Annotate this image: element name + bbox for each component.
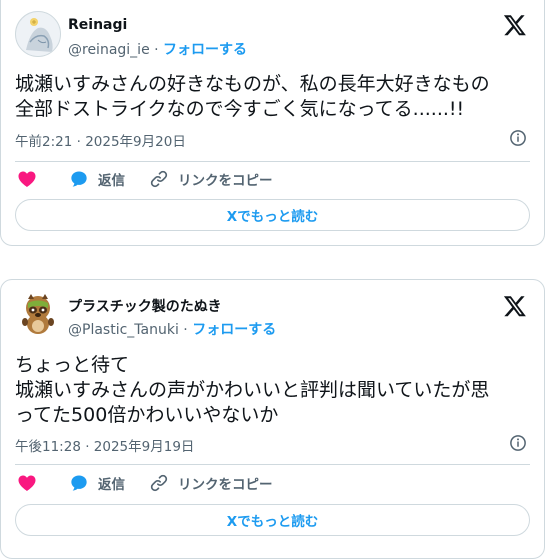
copy-link-label: リンクをコピー (178, 173, 273, 189)
tweet-text: ちょっと待て 城瀬いすみさんの声がかわいいと評判は聞いていたが思 ってた500倍… (15, 353, 530, 428)
display-name[interactable]: プラスチック製のたぬき (68, 296, 221, 316)
x-logo-icon[interactable] (503, 294, 527, 318)
avatar[interactable] (15, 290, 61, 336)
reply-button[interactable]: 返信 (69, 169, 125, 189)
read-more-button[interactable]: Xでもっと読む (15, 504, 530, 536)
display-name[interactable]: Reinagi (68, 17, 127, 33)
read-more-button[interactable]: Xでもっと読む (15, 199, 530, 231)
separator-dot: · (154, 42, 159, 58)
tanuki-avatar-icon (15, 290, 61, 336)
heart-icon (18, 475, 36, 491)
copy-link-button[interactable]: リンクをコピー (149, 169, 273, 189)
action-bar: 返信 リンクをコピー (15, 169, 530, 193)
x-logo-icon[interactable] (503, 13, 527, 37)
tweet-text-line: 城瀬いすみさんの声がかわいいと評判は聞いていたが思 (15, 379, 490, 401)
copy-link-label: リンクをコピー (178, 477, 273, 493)
tweet-card: プラスチック製のたぬき @Plastic_Tanuki · フォローする ちょっ… (0, 279, 545, 559)
tweet-card: Reinagi @reinagi_ie · フォローする 城瀬いすみさんの好きな… (0, 0, 545, 246)
tweet-text-line: ちょっと待て (15, 354, 130, 376)
separator-dot: · (183, 322, 188, 338)
link-icon (150, 474, 168, 492)
tweet-text-line: ってた500倍かわいいやないか (15, 404, 279, 426)
handle[interactable]: @reinagi_ie (68, 42, 150, 58)
tweet-text-line: 全部ドストライクなので今すごく気になってる......!! (15, 98, 465, 120)
divider (15, 464, 530, 465)
link-icon (150, 170, 168, 188)
timestamp[interactable]: 午後11:28 · 2025年9月19日 (15, 435, 194, 455)
timestamp[interactable]: 午前2:21 · 2025年9月20日 (15, 130, 186, 150)
like-button[interactable] (17, 169, 46, 189)
handle-line: @reinagi_ie · フォローする (68, 39, 247, 59)
reply-button[interactable]: 返信 (69, 473, 125, 493)
handle-line: @Plastic_Tanuki · フォローする (68, 319, 276, 339)
handle[interactable]: @Plastic_Tanuki (68, 322, 179, 338)
info-icon[interactable] (509, 129, 527, 147)
reply-bubble-icon (71, 475, 87, 491)
action-bar: 返信 リンクをコピー (15, 473, 530, 497)
info-icon[interactable] (509, 434, 527, 452)
follow-button[interactable]: フォローする (192, 322, 276, 338)
copy-link-button[interactable]: リンクをコピー (149, 473, 273, 493)
tweet-text: 城瀬いすみさんの好きなものが、私の長年大好きなもの 全部ドストライクなので今すご… (15, 72, 530, 122)
reply-bubble-icon (71, 171, 87, 187)
reply-label: 返信 (98, 173, 125, 189)
divider (15, 161, 530, 162)
follow-button[interactable]: フォローする (163, 42, 247, 58)
avatar[interactable] (15, 11, 61, 57)
reply-label: 返信 (98, 477, 125, 493)
tweet-text-line: 城瀬いすみさんの好きなものが、私の長年大好きなもの (15, 73, 490, 95)
heart-icon (18, 171, 36, 187)
avatar-illustration-icon (16, 12, 60, 56)
like-button[interactable] (17, 473, 46, 493)
